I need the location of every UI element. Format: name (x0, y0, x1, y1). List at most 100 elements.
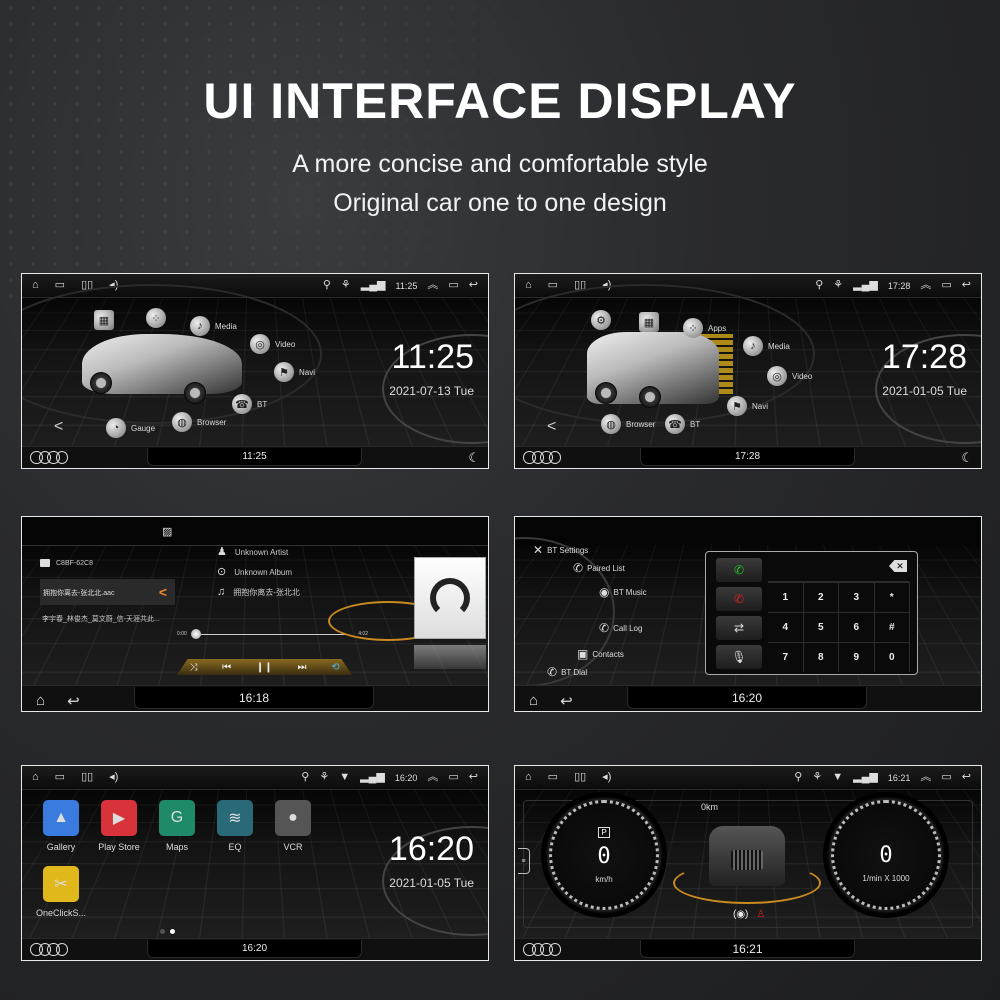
keypad-key[interactable]: 6 (839, 612, 875, 642)
menu-item-video[interactable]: ◎ Video (250, 334, 295, 354)
screen-icon[interactable]: ▭ (548, 280, 558, 291)
hangup-button[interactable]: ✆ (716, 587, 762, 611)
next-track-icon[interactable]: ⏭ (297, 662, 306, 673)
back-icon[interactable]: ↩ (67, 692, 80, 710)
menu-item-browser[interactable]: ◍ Browser (172, 412, 226, 432)
folder-label[interactable]: C8BF-62C8 (40, 559, 93, 567)
bt-menu-contacts[interactable]: ▣ Contacts (577, 647, 624, 661)
volume-icon[interactable]: ◂) (602, 772, 611, 783)
keypad-key[interactable]: 2 (803, 582, 839, 612)
transfer-audio-button[interactable]: ⇄ (716, 616, 762, 640)
audi-grille-icon[interactable]: ▦ (639, 312, 659, 332)
audi-grille-icon[interactable]: ▦ (94, 310, 114, 330)
screen-icon[interactable]: ▭ (548, 772, 558, 783)
chevron-up-icon[interactable]: ︽ (427, 772, 438, 783)
menu-item-navi[interactable]: ⚑ Navi (727, 396, 768, 416)
subtitle-line-2: Original car one to one design (333, 189, 667, 217)
bottom-time: 16:18 (134, 687, 374, 709)
bt-menu-settings[interactable]: ✕ BT Settings (533, 543, 588, 557)
keypad-key[interactable]: 8 (803, 642, 839, 672)
recent-apps-icon[interactable]: ▭ (941, 280, 951, 291)
night-mode-icon[interactable]: ☾ (961, 450, 973, 466)
back-icon[interactable]: ↩ (469, 280, 478, 291)
apps-grid-icon[interactable]: ⁘ (146, 308, 166, 328)
keypad-key[interactable]: 4 (768, 612, 804, 642)
keypad-key[interactable]: 5 (803, 612, 839, 642)
home-icon[interactable]: ⌂ (525, 280, 532, 291)
menu-item-media[interactable]: ♪ Media (190, 316, 237, 336)
app-gallery[interactable]: ▲ Gallery (36, 800, 86, 852)
back-icon[interactable]: ↩ (469, 772, 478, 783)
bt-menu-call-log[interactable]: ✆ Call Log (599, 621, 642, 635)
globe-icon: ◍ (601, 414, 621, 434)
track-list-item[interactable]: 李宇春_林俊杰_莫文蔚_信-天涯共此... (42, 614, 160, 624)
screen-icon[interactable]: ▭ (55, 772, 65, 783)
night-mode-icon[interactable]: ☾ (468, 450, 480, 466)
chevron-up-icon[interactable]: ︽ (920, 280, 931, 291)
artist-row: ♟ Unknown Artist (217, 546, 289, 558)
previous-page-arrow[interactable]: < (54, 418, 63, 436)
previous-page-arrow[interactable]: < (547, 418, 556, 436)
track-list-item-selected[interactable]: 拥抱你离去-张北北.aac < (40, 579, 175, 605)
screen-home-suv: ⌂ ▭ ▯▯ ◂) ⚲ ⚘ ▂▄▆ 17:28 ︽ ▭ ↩ ⚙ ▦ ⁘ Apps … (514, 273, 982, 469)
gallery-icon[interactable]: ▨ (162, 527, 172, 538)
pause-icon[interactable]: ❙❙ (256, 662, 273, 673)
chevron-up-icon[interactable]: ︽ (920, 772, 931, 783)
side-menu-handle[interactable]: ≡ (518, 848, 530, 874)
menu-item-browser[interactable]: ◍ Browser (601, 414, 655, 434)
status-bar: ⌂ ▭ ▯▯ ◂) ⚲ ⚘ ▼ ▂▄▆ 16:21 ︽ ▭ ↩ (515, 766, 981, 790)
menu-item-video[interactable]: ◎ Video (767, 366, 812, 386)
app-maps[interactable]: G Maps (152, 800, 202, 852)
back-icon[interactable]: ↩ (962, 280, 971, 291)
menu-item-apps[interactable]: ⁘ Apps (683, 318, 726, 338)
menu-item-bt[interactable]: ☎ BT (665, 414, 700, 434)
repeat-icon[interactable]: ⟲ (331, 662, 339, 673)
home-icon[interactable]: ⌂ (525, 772, 532, 783)
home-icon[interactable]: ⌂ (32, 772, 39, 783)
back-icon[interactable]: ↩ (962, 772, 971, 783)
menu-item-bt[interactable]: ☎ BT (232, 394, 267, 414)
keypad-key[interactable]: 7 (768, 642, 804, 672)
call-button[interactable]: ✆ (716, 558, 762, 582)
wifi-icon: ▼ (339, 771, 351, 783)
phone-call-icon: ✆ (733, 563, 745, 577)
usb-icon: ⚘ (319, 771, 330, 783)
keypad-key[interactable]: 1 (768, 582, 804, 612)
previous-track-icon[interactable]: ⏮ (222, 662, 231, 673)
bt-menu-paired-list[interactable]: ✆ Paired List (573, 561, 625, 575)
home-icon[interactable]: ⌂ (36, 692, 45, 710)
screen-icon[interactable]: ▭ (55, 280, 65, 291)
settings-gears-icon[interactable]: ⚙ (591, 310, 611, 330)
split-screen-icon[interactable]: ▯▯ (81, 772, 93, 783)
keypad-key[interactable]: 9 (839, 642, 875, 672)
back-icon[interactable]: ↩ (560, 692, 573, 710)
recent-apps-icon[interactable]: ▭ (941, 772, 951, 783)
backspace-button[interactable]: ✕ (889, 560, 907, 572)
keypad-key[interactable]: # (874, 612, 910, 642)
menu-item-media[interactable]: ♪ Media (743, 336, 790, 356)
mic-button[interactable]: 🎙 (716, 645, 762, 669)
bt-menu-music[interactable]: ◉ BT Music (599, 585, 647, 599)
keypad-key[interactable]: 0 (874, 642, 910, 672)
app-label: EQ (228, 842, 242, 852)
chevron-left-icon[interactable]: < (159, 584, 167, 600)
app-eq[interactable]: ≋ EQ (210, 800, 260, 852)
home-icon[interactable]: ⌂ (529, 692, 538, 710)
keypad-key[interactable]: 3 (839, 582, 875, 612)
menu-item-gauge[interactable]: ◔ Gauge (106, 418, 155, 438)
progress-knob[interactable] (191, 629, 201, 639)
recent-apps-icon[interactable]: ▭ (448, 772, 458, 783)
home-icon[interactable]: ⌂ (32, 280, 39, 291)
keypad-key[interactable]: * (874, 582, 910, 612)
app-play-store[interactable]: ▶ Play Store (94, 800, 144, 852)
bt-menu-dial[interactable]: ✆ BT Dial (547, 665, 587, 679)
shuffle-icon[interactable]: ⤨ (189, 662, 197, 673)
recent-apps-icon[interactable]: ▭ (448, 280, 458, 291)
chevron-up-icon[interactable]: ︽ (427, 280, 438, 291)
split-screen-icon[interactable]: ▯▯ (574, 772, 586, 783)
bottom-time: 16:20 (627, 687, 867, 709)
app-vcr[interactable]: ● VCR (268, 800, 318, 852)
menu-item-navi[interactable]: ⚑ Navi (274, 362, 315, 382)
volume-icon[interactable]: ◂) (109, 772, 118, 783)
app-oneclicks[interactable]: ✂ OneClickS... (36, 866, 86, 918)
